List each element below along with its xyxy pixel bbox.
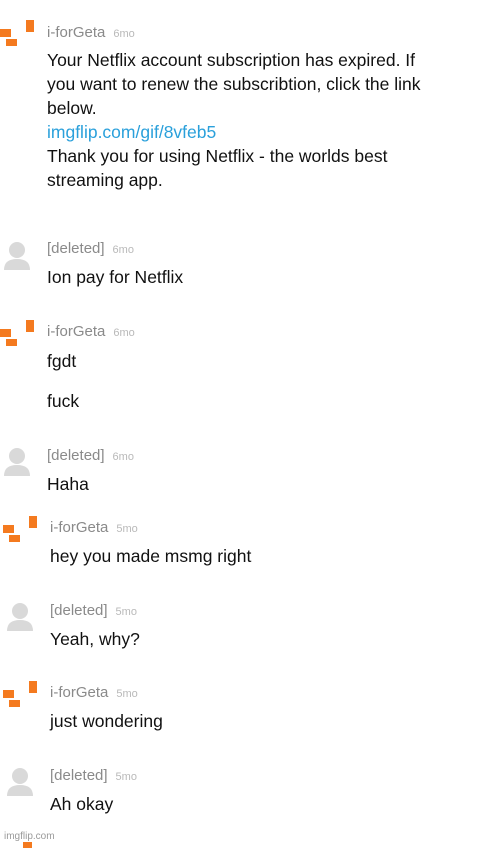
comment-text: Your Netflix account subscription has ex… bbox=[47, 48, 494, 192]
partial-avatar-icon bbox=[23, 842, 32, 848]
comment-text: fuck bbox=[47, 391, 80, 411]
timestamp: 6mo bbox=[112, 451, 134, 463]
comment-text: Haha bbox=[47, 474, 89, 494]
gray-user-avatar-icon[interactable] bbox=[5, 601, 39, 631]
username-link[interactable]: [deleted] bbox=[50, 602, 108, 619]
timestamp: 6mo bbox=[113, 28, 135, 40]
timestamp: 6mo bbox=[113, 327, 135, 339]
gray-user-avatar-icon[interactable] bbox=[2, 446, 36, 476]
timestamp: 5mo bbox=[116, 523, 138, 535]
orange-bracket-avatar-icon[interactable] bbox=[3, 681, 37, 711]
comment-text-line: below. bbox=[47, 98, 97, 118]
comment-link[interactable]: imgflip.com/gif/8vfeb5 bbox=[47, 120, 494, 144]
comment-text-line: Your Netflix account subscription has ex… bbox=[47, 50, 416, 70]
gray-user-avatar-icon[interactable] bbox=[5, 766, 39, 796]
comment-text: hey you made msmg right bbox=[50, 546, 252, 566]
gray-user-avatar-icon[interactable] bbox=[2, 240, 36, 270]
timestamp: 5mo bbox=[116, 688, 138, 700]
timestamp: 5mo bbox=[115, 771, 137, 783]
username-link[interactable]: [deleted] bbox=[47, 447, 105, 464]
username-link[interactable]: [deleted] bbox=[50, 767, 108, 784]
comment-text: Ion pay for Netflix bbox=[47, 267, 184, 287]
timestamp: 6mo bbox=[112, 244, 134, 256]
comment-text: fgdt bbox=[47, 351, 77, 371]
orange-bracket-avatar-icon[interactable] bbox=[3, 516, 37, 546]
comment-text: Ah okay bbox=[50, 794, 114, 814]
comment-text-line: streaming app. bbox=[47, 170, 163, 190]
timestamp: 5mo bbox=[115, 606, 137, 618]
comment-text-line: Thank you for using Netflix - the worlds… bbox=[47, 146, 388, 166]
username-link[interactable]: [deleted] bbox=[47, 240, 105, 257]
username-link[interactable]: i-forGeta bbox=[47, 323, 105, 340]
username-link[interactable]: i-forGeta bbox=[47, 24, 105, 41]
comment-text: Yeah, why? bbox=[50, 629, 140, 649]
imgflip-watermark: imgflip.com bbox=[4, 831, 55, 842]
username-link[interactable]: i-forGeta bbox=[50, 684, 108, 701]
username-link[interactable]: i-forGeta bbox=[50, 519, 108, 536]
orange-bracket-avatar-icon[interactable] bbox=[0, 320, 34, 350]
orange-bracket-avatar-icon[interactable] bbox=[0, 20, 34, 50]
comment-text: just wondering bbox=[50, 711, 163, 731]
comment-text-line: you want to renew the subscribtion, clic… bbox=[47, 74, 421, 94]
